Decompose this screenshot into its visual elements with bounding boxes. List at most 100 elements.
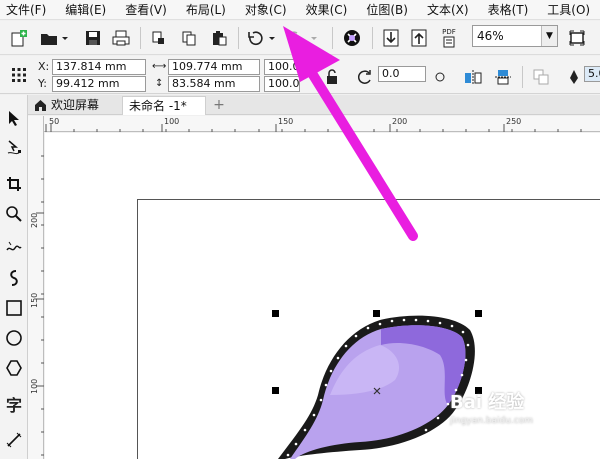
y-position-field[interactable]: 99.412 mm: [52, 76, 146, 92]
copy-button[interactable]: [178, 27, 200, 49]
pick-tool[interactable]: [3, 107, 25, 129]
vertical-ruler[interactable]: 200 150 100: [28, 116, 44, 459]
corel-connect-button[interactable]: [340, 27, 364, 49]
mirror-vertical-icon: [495, 70, 511, 85]
menu-object[interactable]: 对象(C): [238, 0, 287, 20]
artistic-brush-icon: [10, 270, 18, 286]
export-button[interactable]: [408, 27, 430, 49]
cut-button[interactable]: [148, 27, 170, 49]
artistic-media-tool[interactable]: [3, 267, 25, 289]
property-bar: X: 137.814 mm Y: 99.412 mm ⟷ 109.774 mm …: [0, 56, 600, 94]
ellipse-icon: [6, 330, 22, 346]
width-icon: ⟷: [152, 61, 167, 72]
rotation-angle-field[interactable]: 0.0: [378, 66, 426, 82]
zoom-tool[interactable]: [3, 203, 25, 225]
degree-icon: [432, 66, 448, 88]
zoom-level-select[interactable]: 46% ▼: [472, 25, 558, 47]
crop-tool[interactable]: [3, 173, 25, 195]
polygon-icon: [6, 360, 22, 376]
ruler-label: 50: [49, 117, 60, 126]
height-field[interactable]: 83.584 mm: [168, 76, 260, 92]
menu-effects[interactable]: 效果(C): [299, 0, 348, 20]
watermark-domain: jingyan.baidu.com: [450, 416, 534, 426]
ruler-label: 150: [278, 117, 294, 126]
publish-pdf-button[interactable]: PDF: [436, 27, 462, 49]
text-tool[interactable]: 字: [3, 393, 25, 415]
toolbox: 字: [0, 95, 28, 459]
width-field[interactable]: 109.774 mm: [168, 59, 260, 75]
menu-view[interactable]: 查看(V): [118, 0, 167, 20]
x-position-field[interactable]: 137.814 mm: [52, 59, 146, 75]
shape-edit-icon: [7, 140, 21, 155]
handle-top-center[interactable]: [373, 310, 380, 317]
undo-button[interactable]: [244, 27, 280, 49]
y-label: Y:: [38, 77, 47, 90]
paste-button[interactable]: [208, 27, 230, 49]
save-button[interactable]: [82, 27, 104, 49]
outline-width-field[interactable]: 5.0: [584, 66, 600, 82]
redo-icon: [287, 31, 317, 46]
tab-welcome-screen[interactable]: 欢迎屏幕: [28, 96, 120, 115]
document-tabs: 欢迎屏幕 未命名 -1* +: [28, 95, 600, 115]
freehand-tool[interactable]: [3, 237, 25, 259]
magnifier-icon: [6, 206, 22, 222]
rotate-icon: [354, 66, 376, 88]
new-document-button[interactable]: [8, 27, 30, 49]
handle-top-left[interactable]: [272, 310, 279, 317]
toolbar-separator: [332, 27, 333, 49]
ruler-label: 150: [30, 292, 39, 308]
pdf-document-icon: [443, 36, 455, 48]
x-label: X:: [38, 60, 50, 73]
ruler-label: 100: [164, 117, 180, 126]
vertical-ruler-ticks: [36, 155, 44, 456]
watermark-brand: Bai 经验: [450, 392, 525, 413]
full-screen-button[interactable]: [566, 27, 588, 49]
connect-icon: [344, 30, 360, 46]
rectangle-icon: [6, 300, 22, 316]
undo-icon: [248, 31, 275, 46]
mirror-vertical-button[interactable]: [492, 66, 514, 88]
new-document-icon: [11, 30, 27, 47]
freehand-icon: [6, 241, 22, 251]
scale-height-field[interactable]: 100.0: [264, 76, 300, 92]
open-document-button[interactable]: [36, 27, 72, 49]
menu-layout[interactable]: 布局(L): [179, 0, 226, 20]
polygon-tool[interactable]: [3, 357, 25, 379]
toolbar-separator: [238, 27, 239, 49]
dimension-tool[interactable]: [3, 429, 25, 451]
menu-edit[interactable]: 编辑(E): [58, 0, 106, 20]
menu-text[interactable]: 文本(X): [420, 0, 469, 20]
pointer-icon: [9, 111, 19, 126]
scale-width-field[interactable]: 100.0: [264, 59, 300, 75]
cut-icon: [152, 31, 164, 44]
lock-ratio-button[interactable]: [324, 66, 340, 88]
print-button[interactable]: [110, 27, 132, 49]
reference-point-button[interactable]: [8, 64, 30, 86]
add-tab-button[interactable]: +: [210, 96, 228, 115]
text-glyph-icon: 字: [5, 396, 22, 415]
menu-table[interactable]: 表格(T): [481, 0, 529, 20]
shape-tool[interactable]: [3, 137, 25, 159]
watermark: Bai 经验 jingyan.baidu.com: [450, 388, 600, 438]
handle-middle-left[interactable]: [272, 387, 279, 394]
import-icon: [383, 29, 399, 47]
arrange-button[interactable]: [530, 66, 552, 88]
ruler-label: 100: [30, 378, 39, 394]
import-button[interactable]: [380, 27, 402, 49]
ellipse-tool[interactable]: [3, 327, 25, 349]
tab-document-label: 未命名 -1*: [129, 99, 187, 113]
menu-bar: 文件(F) 编辑(E) 查看(V) 布局(L) 对象(C) 效果(C) 位图(B…: [0, 0, 600, 20]
folder-icon: [41, 34, 68, 45]
handle-top-right[interactable]: [475, 310, 482, 317]
rectangle-tool[interactable]: [3, 297, 25, 319]
chevron-down-icon[interactable]: ▼: [541, 26, 557, 46]
menu-file[interactable]: 文件(F): [0, 0, 46, 20]
tab-document[interactable]: 未命名 -1*: [122, 96, 206, 115]
menu-bitmap[interactable]: 位图(B): [359, 0, 408, 20]
mirror-horizontal-button[interactable]: [462, 66, 484, 88]
paste-icon: [213, 31, 227, 46]
menu-tools[interactable]: 工具(O): [540, 0, 590, 20]
pen-icon: [566, 66, 582, 88]
redo-button[interactable]: [286, 27, 322, 49]
horizontal-ruler[interactable]: 50 100 150 200 250: [44, 116, 600, 132]
